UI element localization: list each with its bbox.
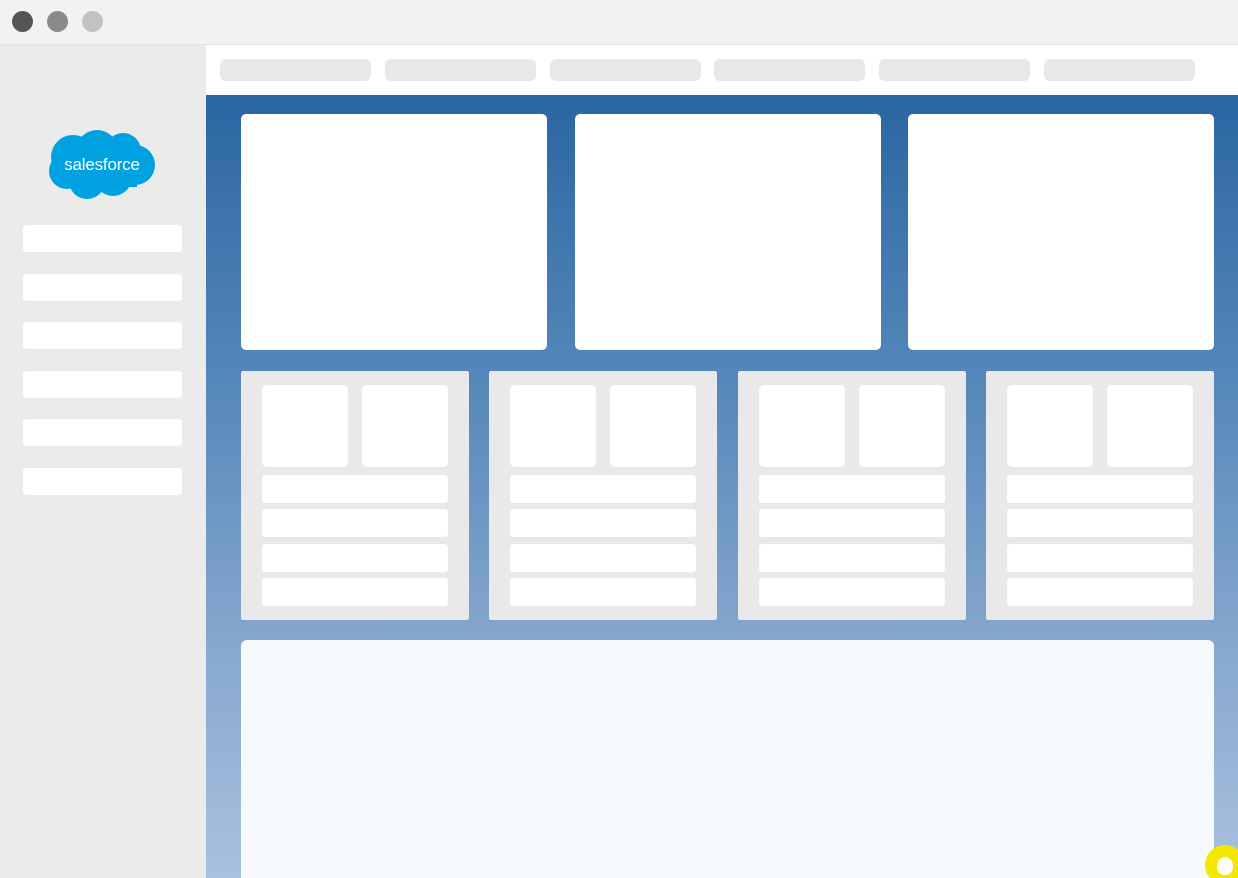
tile-thumbnail[interactable] bbox=[610, 385, 696, 467]
tile-thumbnail[interactable] bbox=[759, 385, 845, 467]
logo-wordmark: salesforce bbox=[64, 155, 140, 174]
list-item[interactable] bbox=[1007, 578, 1193, 606]
nav-tab-6[interactable] bbox=[1044, 59, 1195, 81]
chat-widget-button[interactable] bbox=[1205, 845, 1238, 878]
list-item[interactable] bbox=[759, 544, 945, 572]
list-item[interactable] bbox=[510, 509, 696, 537]
hero-card-2[interactable] bbox=[575, 114, 881, 350]
tile-thumbnail[interactable] bbox=[1007, 385, 1093, 467]
list-item[interactable] bbox=[759, 578, 945, 606]
bottom-panel bbox=[241, 640, 1214, 878]
list-item[interactable] bbox=[1007, 544, 1193, 572]
list-item[interactable] bbox=[759, 475, 945, 503]
tile-group-2 bbox=[489, 371, 717, 620]
list-item[interactable] bbox=[262, 578, 448, 606]
nav-tab-4[interactable] bbox=[714, 59, 865, 81]
main-content bbox=[206, 95, 1238, 878]
tile-thumbnail[interactable] bbox=[859, 385, 945, 467]
list-item[interactable] bbox=[510, 475, 696, 503]
list-item[interactable] bbox=[262, 475, 448, 503]
sidebar-item-1[interactable] bbox=[23, 225, 182, 252]
nav-tab-1[interactable] bbox=[220, 59, 371, 81]
tile-thumbnail[interactable] bbox=[362, 385, 448, 467]
maximize-window-button[interactable] bbox=[82, 11, 103, 32]
close-window-button[interactable] bbox=[12, 11, 33, 32]
list-item[interactable] bbox=[262, 544, 448, 572]
app-window: salesforce bbox=[0, 0, 1238, 878]
tile-thumbnail[interactable] bbox=[510, 385, 596, 467]
tile-thumbnail[interactable] bbox=[262, 385, 348, 467]
nav-tab-3[interactable] bbox=[550, 59, 701, 81]
nav-tab-2[interactable] bbox=[385, 59, 536, 81]
sidebar-item-6[interactable] bbox=[23, 468, 182, 495]
hero-card-3[interactable] bbox=[908, 114, 1214, 350]
tile-thumbnail[interactable] bbox=[1107, 385, 1193, 467]
list-item[interactable] bbox=[510, 578, 696, 606]
sidebar-item-5[interactable] bbox=[23, 419, 182, 446]
title-bar bbox=[0, 0, 1238, 45]
list-item[interactable] bbox=[759, 509, 945, 537]
minimize-window-button[interactable] bbox=[47, 11, 68, 32]
hero-card-1[interactable] bbox=[241, 114, 547, 350]
sidebar-item-3[interactable] bbox=[23, 322, 182, 349]
top-nav-bar bbox=[206, 45, 1238, 95]
sidebar: salesforce bbox=[0, 45, 206, 878]
tile-group-1 bbox=[241, 371, 469, 620]
nav-tab-5[interactable] bbox=[879, 59, 1030, 81]
tile-group-3 bbox=[738, 371, 966, 620]
list-item[interactable] bbox=[1007, 475, 1193, 503]
sidebar-item-4[interactable] bbox=[23, 371, 182, 398]
list-item[interactable] bbox=[262, 509, 448, 537]
tile-group-4 bbox=[986, 371, 1214, 620]
list-item[interactable] bbox=[1007, 509, 1193, 537]
sidebar-item-2[interactable] bbox=[23, 274, 182, 301]
salesforce-logo[interactable]: salesforce bbox=[47, 127, 159, 203]
list-item[interactable] bbox=[510, 544, 696, 572]
chat-widget-icon bbox=[1217, 857, 1233, 875]
